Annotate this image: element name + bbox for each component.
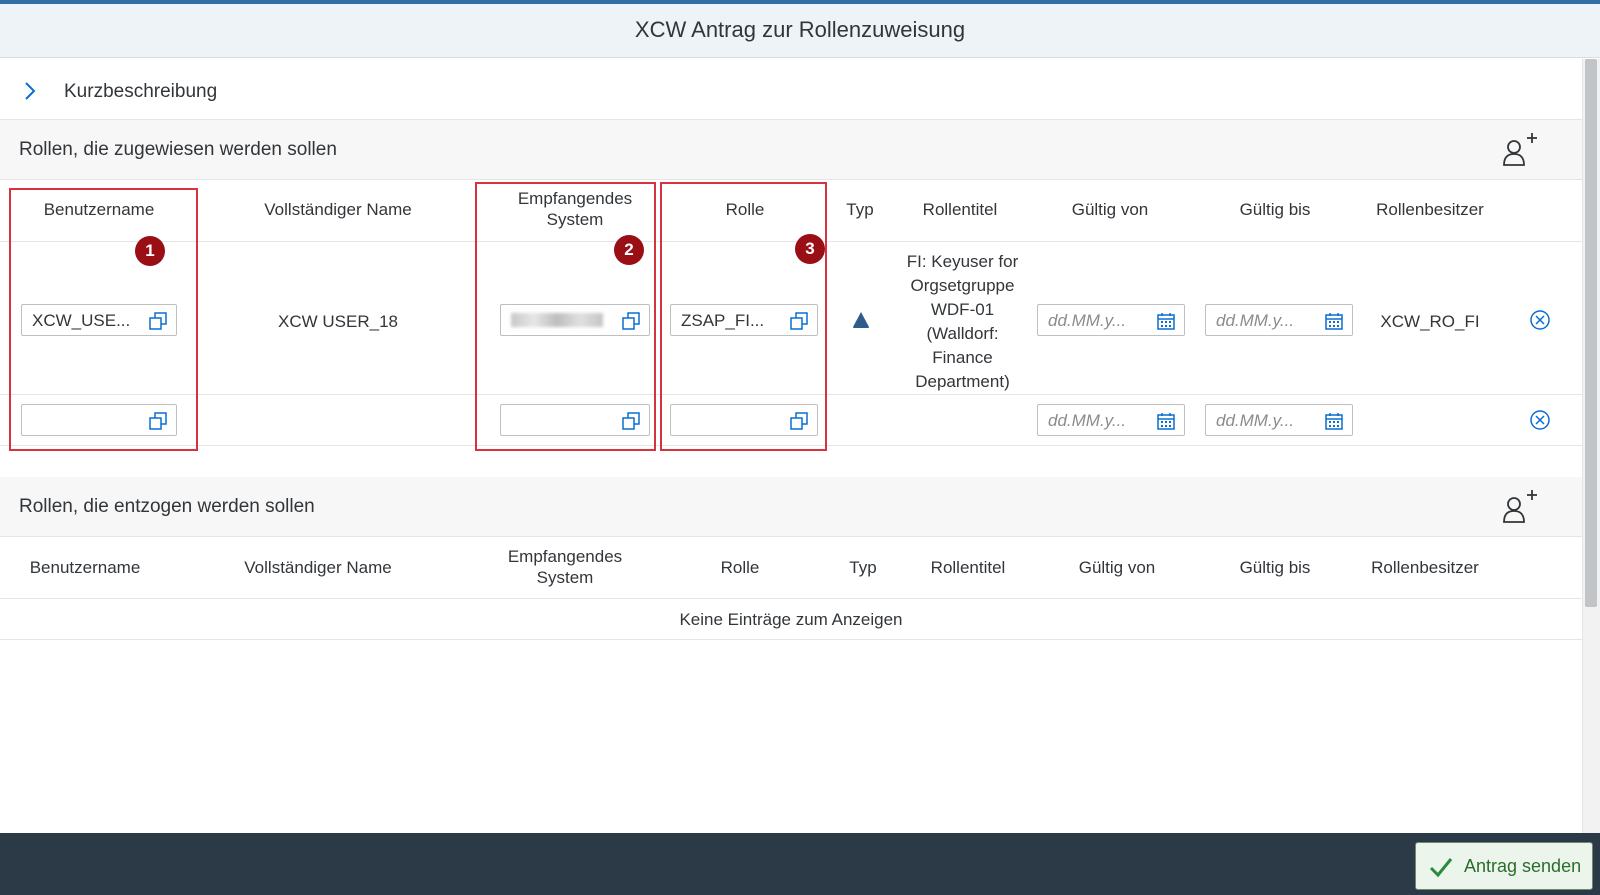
gueltig-bis-placeholder: dd.MM.y... xyxy=(1216,311,1295,330)
column-header-rollenbesitzer: Rollenbesitzer xyxy=(1371,558,1479,577)
rollentitel-line: Finance xyxy=(932,348,993,367)
column-header-empfangendes-system-line1: Empfangendes xyxy=(507,547,623,566)
column-header-empfangendes-system-line2: System xyxy=(536,568,594,587)
dialog-title: XCW Antrag zur Rollenzuweisung xyxy=(0,4,1600,58)
calendar-icon[interactable] xyxy=(1156,411,1176,431)
scrollbar-thumb[interactable] xyxy=(1585,59,1597,607)
column-header-rollenbesitzer: Rollenbesitzer xyxy=(1376,200,1484,219)
triangle-icon xyxy=(853,312,869,328)
calendar-icon[interactable] xyxy=(1156,311,1176,331)
send-request-label: Antrag senden xyxy=(1464,856,1582,876)
chevron-right-icon[interactable] xyxy=(22,79,38,103)
column-header-typ: Typ xyxy=(846,200,874,219)
column-header-rollentitel: Rollentitel xyxy=(922,200,998,219)
revoke-section-title: Rollen, die entzogen werden sollen xyxy=(19,496,315,517)
rollentitel-line: FI: Keyuser for xyxy=(906,252,1019,271)
column-header-gueltig-von: Gültig von xyxy=(1078,558,1156,577)
rollentitel-line: (Walldorf: xyxy=(926,324,999,343)
delete-icon[interactable] xyxy=(1529,309,1551,331)
column-header-rolle: Rolle xyxy=(720,558,760,577)
assign-section-header: Rollen, die zugewiesen werden sollen xyxy=(0,120,1582,180)
calendar-icon[interactable] xyxy=(1324,411,1344,431)
column-header-gueltig-bis: Gültig bis xyxy=(1239,558,1311,577)
revoke-table-header: Benutzername Vollständiger Name Empfange… xyxy=(0,537,1582,599)
column-header-benutzername: Benutzername xyxy=(29,558,141,577)
send-request-button[interactable]: Antrag senden xyxy=(1415,842,1593,890)
add-user-icon[interactable] xyxy=(1500,130,1540,170)
gueltig-von-input[interactable]: dd.MM.y... xyxy=(1037,404,1185,436)
column-header-vollstaendiger-name: Vollständiger Name xyxy=(264,200,412,219)
calendar-icon[interactable] xyxy=(1324,311,1344,331)
dialog-footer: Antrag senden xyxy=(0,833,1600,895)
gueltig-von-placeholder: dd.MM.y... xyxy=(1048,311,1127,330)
gueltig-von-input[interactable]: dd.MM.y... xyxy=(1037,304,1185,336)
no-entries-text: Keine Einträge zum Anzeigen xyxy=(679,610,903,629)
step-badge-2: 2 xyxy=(614,235,644,265)
column-header-rollentitel: Rollentitel xyxy=(930,558,1006,577)
rollentitel-line: Orgsetgruppe xyxy=(910,276,1015,295)
highlight-box-benutzername xyxy=(9,188,198,451)
gueltig-bis-input[interactable]: dd.MM.y... xyxy=(1205,404,1353,436)
empty-row: Keine Einträge zum Anzeigen xyxy=(0,600,1582,640)
step-badge-1: 1 xyxy=(135,236,165,266)
rollentitel-value: FI: Keyuser for Orgsetgruppe WDF-01 (Wal… xyxy=(895,250,1030,394)
dialog-content: Kurzbeschreibung Rollen, die zugewiesen … xyxy=(0,59,1582,833)
delete-icon[interactable] xyxy=(1529,409,1551,431)
revoke-section-header: Rollen, die entzogen werden sollen xyxy=(0,477,1582,537)
short-description-label: Kurzbeschreibung xyxy=(64,81,218,102)
column-header-typ: Typ xyxy=(849,558,877,577)
step-badge-3: 3 xyxy=(795,234,825,264)
gueltig-bis-input[interactable]: dd.MM.y... xyxy=(1205,304,1353,336)
rollentitel-line: Department) xyxy=(915,372,1010,391)
column-header-vollstaendiger-name: Vollständiger Name xyxy=(244,558,392,577)
gueltig-bis-placeholder: dd.MM.y... xyxy=(1216,411,1295,430)
highlight-box-rolle xyxy=(660,182,827,451)
vollstaendiger-name-value: XCW USER_18 xyxy=(278,312,398,331)
assign-section-title: Rollen, die zugewiesen werden sollen xyxy=(19,139,337,160)
highlight-box-empfangendes-system xyxy=(475,182,656,451)
add-user-icon[interactable] xyxy=(1500,487,1540,527)
rollenbesitzer-value: XCW_RO_FI xyxy=(1380,312,1480,331)
checkmark-icon xyxy=(1429,858,1453,878)
column-header-gueltig-von: Gültig von xyxy=(1071,200,1149,219)
rollentitel-line: WDF-01 xyxy=(930,300,995,319)
gueltig-von-placeholder: dd.MM.y... xyxy=(1048,411,1127,430)
column-header-gueltig-bis: Gültig bis xyxy=(1239,200,1311,219)
short-description-panel[interactable]: Kurzbeschreibung xyxy=(0,59,1582,120)
